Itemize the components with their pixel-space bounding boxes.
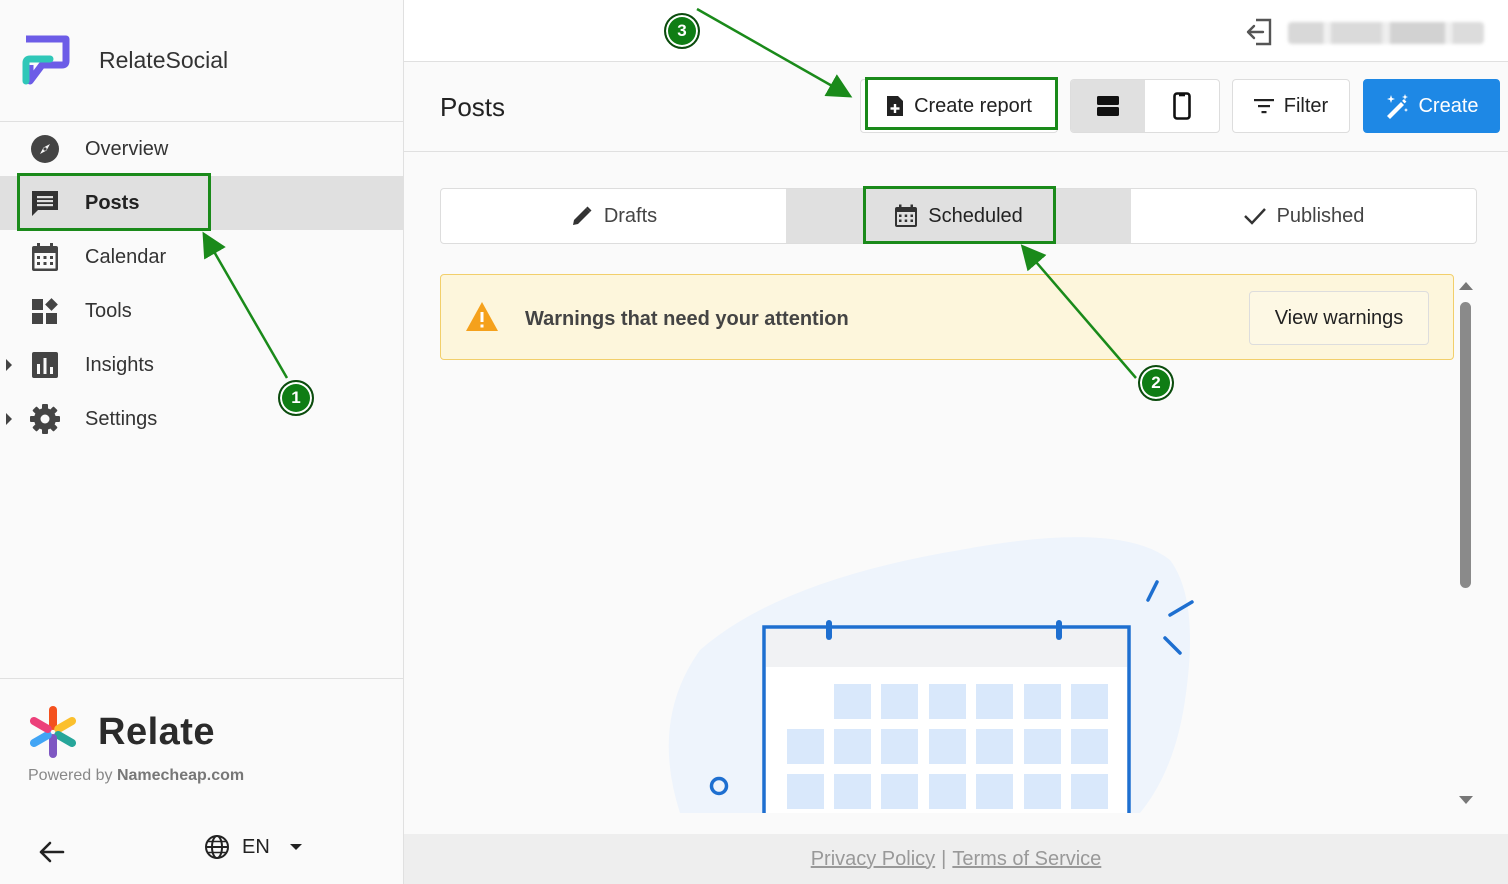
create-report-label: Create report <box>914 94 1032 117</box>
sidebar-item-label: Overview <box>85 137 169 160</box>
annotation-badge-3: 3 <box>664 13 700 49</box>
create-button[interactable]: Create <box>1363 79 1500 133</box>
chart-icon <box>28 348 62 382</box>
brand-header: RelateSocial <box>0 0 403 122</box>
topbar <box>404 0 1508 62</box>
smartphone-icon <box>1173 92 1191 120</box>
page-footer: Privacy Policy | Terms of Service <box>404 834 1508 884</box>
tab-drafts[interactable]: Drafts <box>441 189 786 243</box>
sidebar-item-insights[interactable]: Insights <box>0 338 403 392</box>
sidebar-item-settings[interactable]: Settings <box>0 392 403 446</box>
sidebar-item-label: Calendar <box>85 245 167 268</box>
arrow-left-icon[interactable] <box>36 837 66 867</box>
list-view-icon <box>1097 96 1119 116</box>
powered-name: Namecheap.com <box>116 767 245 784</box>
footer-separator: | <box>941 847 947 870</box>
expand-caret-icon[interactable] <box>6 359 12 371</box>
sidebar-item-label: Insights <box>85 353 154 376</box>
language-selector[interactable]: EN <box>204 834 302 860</box>
scroll-down-arrow-icon[interactable] <box>1459 796 1473 804</box>
sidebar: RelateSocial Overview Posts Calendar Too… <box>0 0 404 884</box>
create-label: Create <box>1418 94 1479 117</box>
filter-label: Filter <box>1283 94 1329 117</box>
calendar-icon <box>28 240 62 274</box>
relate-starburst-icon <box>29 706 77 758</box>
view-toggle <box>1070 79 1220 133</box>
file-add-icon <box>887 96 904 116</box>
sidebar-item-tools[interactable]: Tools <box>0 284 403 338</box>
warning-icon <box>466 302 498 331</box>
tools-icon <box>28 294 62 328</box>
tab-label: Published <box>1276 204 1365 227</box>
tab-label: Drafts <box>603 204 658 227</box>
empty-calendar-illustration <box>668 537 1194 813</box>
warning-text: Warnings that need your attention <box>525 308 849 330</box>
sidebar-item-label: Tools <box>85 299 132 322</box>
sidebar-footer: Relate Powered by Namecheap.com EN <box>0 678 403 884</box>
sidebar-item-label: Settings <box>85 407 158 430</box>
logout-icon[interactable] <box>1244 17 1274 47</box>
warning-banner: Warnings that need your attention View w… <box>440 274 1454 360</box>
sidebar-item-label: Posts <box>85 191 140 214</box>
annotation-badge-2: 2 <box>1138 365 1174 401</box>
expand-caret-icon[interactable] <box>6 413 12 425</box>
chevron-down-icon <box>289 844 302 850</box>
magic-wand-icon <box>1387 94 1409 119</box>
post-status-tabs: Drafts Scheduled Published <box>440 188 1477 244</box>
relate-logo-text: Relate <box>98 710 216 753</box>
mobile-view-button[interactable] <box>1145 80 1219 132</box>
filter-icon <box>1253 99 1274 114</box>
sidebar-item-calendar[interactable]: Calendar <box>0 230 403 284</box>
sidebar-item-overview[interactable]: Overview <box>0 122 403 176</box>
powered-prefix: Powered by <box>28 767 117 784</box>
check-icon <box>1243 208 1266 225</box>
powered-by: Powered by Namecheap.com <box>28 767 244 785</box>
chat-icon <box>28 186 62 220</box>
compass-icon <box>28 132 62 166</box>
scroll-up-arrow-icon[interactable] <box>1459 282 1473 290</box>
filter-button[interactable]: Filter <box>1232 79 1350 133</box>
create-report-button[interactable]: Create report <box>860 79 1058 133</box>
scrollbar[interactable] <box>1456 276 1476 810</box>
sidebar-item-posts[interactable]: Posts <box>0 176 403 230</box>
language-label: EN <box>242 835 270 858</box>
tab-published[interactable]: Published <box>1131 189 1476 243</box>
sidebar-nav: Overview Posts Calendar Tools Insights S… <box>0 122 403 446</box>
privacy-policy-link[interactable]: Privacy Policy <box>811 848 935 871</box>
view-warnings-button[interactable]: View warnings <box>1249 291 1429 345</box>
tab-scheduled[interactable]: Scheduled <box>786 189 1131 243</box>
user-name-blurred <box>1288 22 1484 44</box>
scrollbar-thumb[interactable] <box>1460 302 1471 588</box>
page-header: Posts Create report Filter Create <box>404 62 1508 152</box>
brand-name: RelateSocial <box>99 47 229 73</box>
pencil-icon <box>572 206 592 225</box>
tab-label: Scheduled <box>928 204 1023 227</box>
annotation-badge-1: 1 <box>278 380 314 416</box>
globe-icon <box>205 835 229 859</box>
relate-logo: Relate <box>26 705 215 759</box>
relatesocial-logo-icon <box>22 35 70 84</box>
page-title: Posts <box>440 92 506 122</box>
terms-of-service-link[interactable]: Terms of Service <box>952 848 1101 871</box>
list-view-button[interactable] <box>1071 80 1145 132</box>
gear-icon <box>28 402 62 436</box>
calendar-icon <box>895 204 918 227</box>
